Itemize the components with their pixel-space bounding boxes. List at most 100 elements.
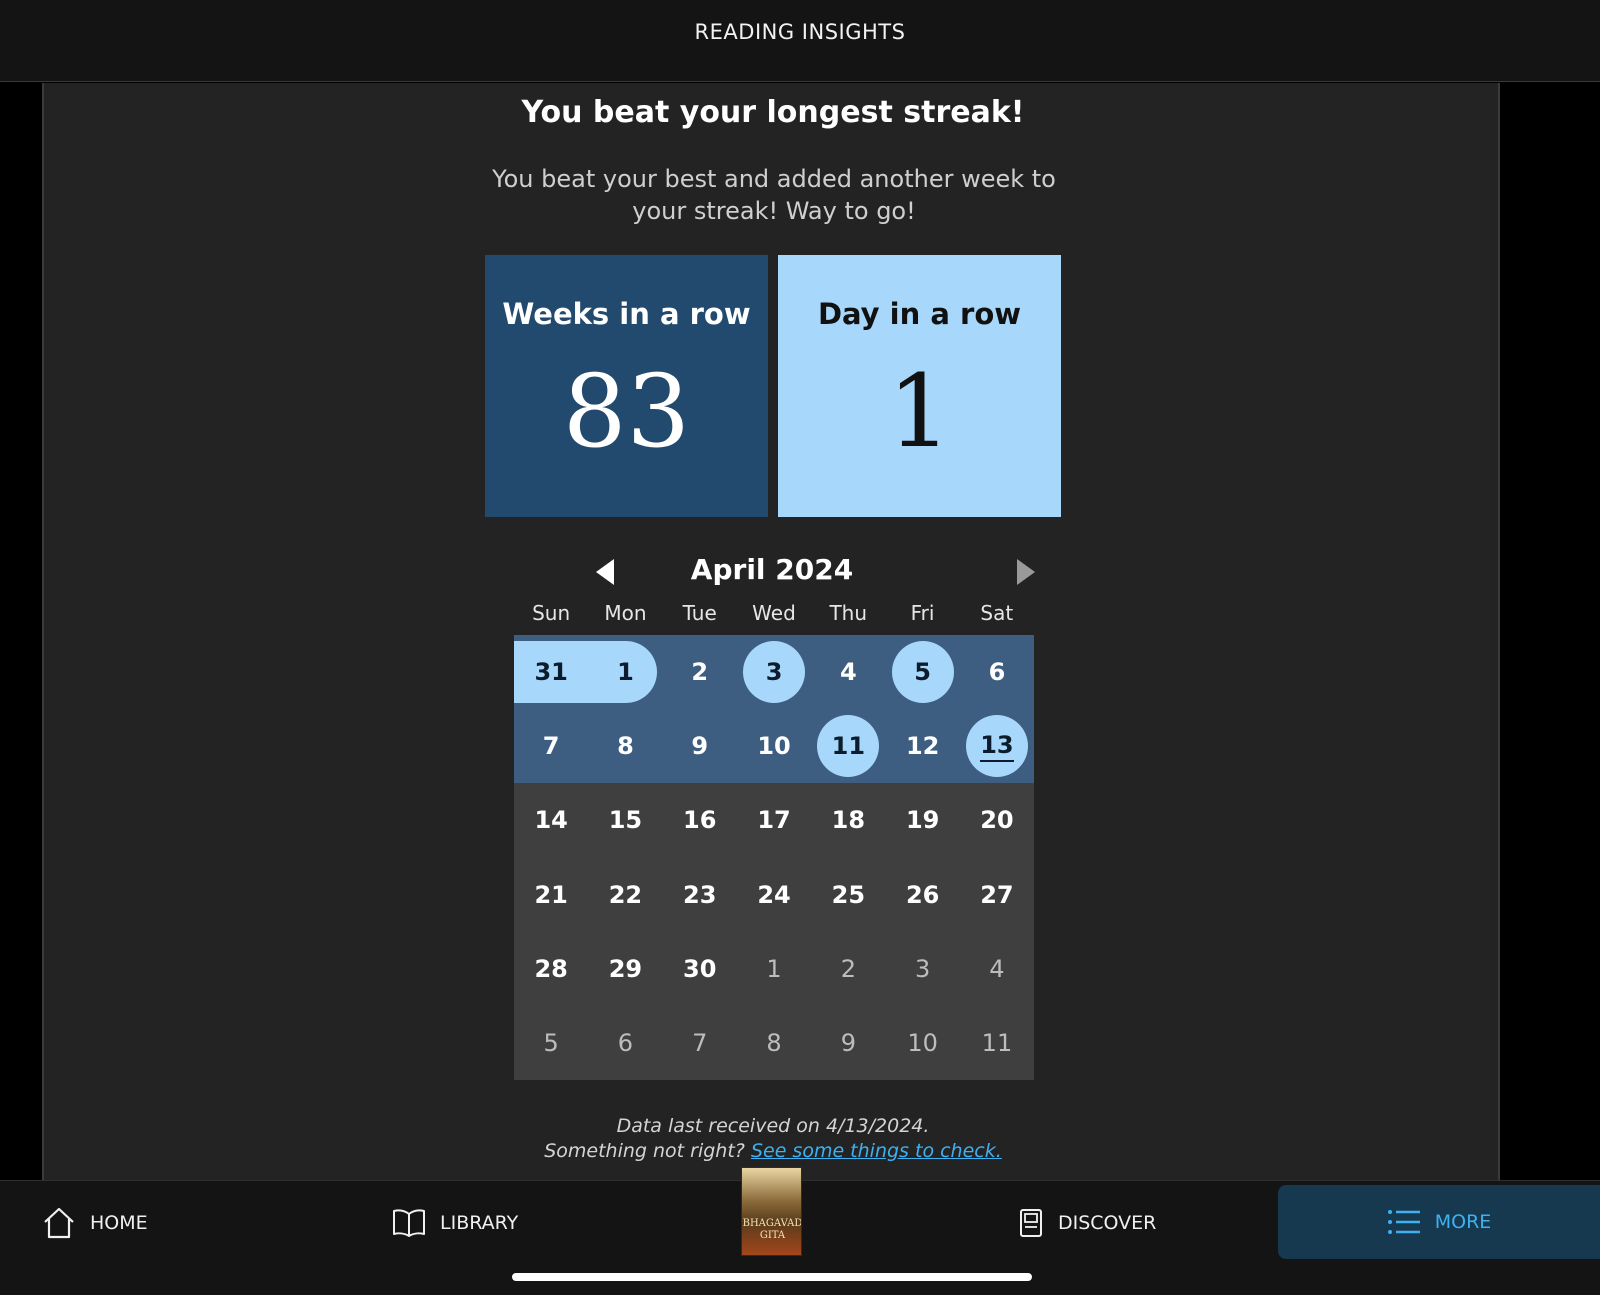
calendar-day[interactable]: 4 [960,932,1034,1006]
calendar-day-number: 2 [840,954,856,983]
open-book-icon [393,1209,425,1237]
streak-headline: You beat your longest streak! [521,95,1025,130]
calendar-day[interactable]: 15 [588,783,662,857]
insights-panel: You beat your longest streak! You beat y… [42,83,1500,1180]
calendar-day[interactable]: 26 [886,858,960,932]
nav-discover[interactable]: DISCOVER [1018,1183,1156,1263]
calendar-day[interactable]: 8 [737,1006,811,1080]
calendar-day[interactable]: 20 [960,783,1034,857]
calendar-day-number: 22 [608,880,643,909]
calendar-day[interactable]: 7 [514,709,588,783]
calendar-day[interactable]: 6 [588,1006,662,1080]
calendar-day-number: 9 [840,1029,856,1058]
calendar-day-number: 4 [989,954,1005,983]
calendar-day[interactable]: 11 [811,709,885,783]
calendar-day[interactable]: 18 [811,783,885,857]
calendar-day[interactable]: 21 [514,858,588,932]
data-status-note: Data last received on 4/13/2024. Somethi… [44,1114,1502,1164]
calendar-day-number: 7 [692,1029,708,1058]
nav-home[interactable]: HOME [42,1183,148,1263]
streak-subtext: You beat your best and added another wee… [492,165,1056,225]
calendar-day[interactable]: 3 [886,932,960,1006]
calendar-day-number: 25 [831,880,866,909]
weekday-label: Sun [532,601,571,625]
calendar-day-number: 6 [988,658,1006,687]
calendar-day[interactable]: 19 [886,783,960,857]
book-cover-title: BHAGAVAD GITA [742,1218,802,1241]
calendar-day[interactable]: 3 [737,635,811,709]
calendar-day[interactable]: 29 [588,932,662,1006]
calendar-weekday-header: Sun Mon Tue Wed Thu Fri Sat [514,601,1034,625]
nav-library-label: LIBRARY [440,1212,519,1234]
calendar-day[interactable]: 1 [588,635,662,709]
weekday-label: Mon [604,601,647,625]
calendar-day[interactable]: 14 [514,783,588,857]
nav-discover-label: DISCOVER [1058,1212,1157,1234]
calendar-day[interactable]: 24 [737,858,811,932]
calendar-week-row: 7 8 9 10 11 12 13 [514,709,1034,784]
calendar-day[interactable]: 10 [737,709,811,783]
calendar-day-number: 24 [757,880,791,909]
calendar-day[interactable]: 9 [663,709,737,783]
nav-more[interactable]: MORE [1278,1185,1600,1259]
store-icon [1020,1209,1042,1237]
weeks-card-label: Weeks in a row [502,297,751,331]
weekday-label: Thu [829,601,868,625]
calendar-week-row: 5 6 7 8 9 10 11 [514,1006,1034,1080]
calendar-header: April 2024 [512,553,1035,593]
nav-library[interactable]: LIBRARY [392,1183,518,1263]
calendar-day[interactable]: 10 [886,1006,960,1080]
current-book-cover[interactable]: BHAGAVAD GITA [741,1167,802,1256]
calendar-day[interactable]: 12 [886,709,960,783]
calendar-day-number: 15 [608,806,643,835]
calendar-day[interactable]: 17 [737,783,811,857]
calendar-day[interactable]: 4 [811,635,885,709]
calendar-week-row: 31 1 2 3 4 5 6 [514,635,1034,710]
calendar-day-number: 27 [980,880,1014,909]
calendar-day-number: 29 [608,954,643,983]
calendar-grid: 31 1 2 3 4 5 6 7 8 9 10 11 12 13 14 15 16 17 18 19 20 21 22 23 2… [514,635,1034,1080]
calendar-day-number: 1 [766,954,782,983]
calendar-day[interactable]: 16 [663,783,737,857]
nav-more-label: MORE [1434,1211,1492,1233]
calendar-day[interactable]: 9 [811,1006,885,1080]
calendar-day[interactable]: 6 [960,635,1034,709]
days-card-value: 1 [887,353,952,470]
calendar-day-number: 12 [905,732,940,761]
home-indicator[interactable] [512,1273,1032,1281]
calendar-day[interactable]: 2 [663,635,737,709]
calendar-day[interactable]: 31 [514,635,588,709]
previous-month-icon[interactable] [596,559,614,585]
something-not-right-text: Something not right? [544,1140,745,1162]
calendar-day[interactable]: 13 [960,709,1034,783]
calendar-day[interactable]: 2 [811,932,885,1006]
calendar-day[interactable]: 5 [886,635,960,709]
calendar-day[interactable]: 22 [588,858,662,932]
calendar-day[interactable]: 23 [663,858,737,932]
calendar-day[interactable]: 8 [588,709,662,783]
calendar-day[interactable]: 25 [811,858,885,932]
calendar-day-number: 26 [905,880,940,909]
calendar-day[interactable]: 27 [960,858,1034,932]
calendar-day[interactable]: 11 [960,1006,1034,1080]
home-icon [44,1207,74,1239]
calendar-day[interactable]: 1 [737,932,811,1006]
things-to-check-link[interactable]: See some things to check. [751,1140,1002,1162]
calendar-week-row: 21 22 23 24 25 26 27 [514,858,1034,932]
calendar-day-number: 28 [534,954,568,983]
calendar-day[interactable]: 28 [514,932,588,1006]
calendar-day[interactable]: 5 [514,1006,588,1080]
calendar-day[interactable]: 7 [663,1006,737,1080]
days-in-a-row-card: Day in a row 1 [778,255,1061,517]
calendar-day[interactable]: 30 [663,932,737,1006]
calendar-day-number: 31 [534,658,568,687]
calendar-day-number: 9 [691,732,709,761]
days-card-label: Day in a row [817,297,1022,331]
weekday-label: Wed [752,601,796,625]
calendar-day-number: 8 [617,732,634,761]
calendar-day-number: 21 [534,880,568,909]
next-month-icon[interactable] [1017,559,1035,585]
calendar-day-number: 11 [981,1029,1013,1058]
calendar-month-title: April 2024 [690,553,854,586]
calendar-day-number: 30 [683,954,717,983]
